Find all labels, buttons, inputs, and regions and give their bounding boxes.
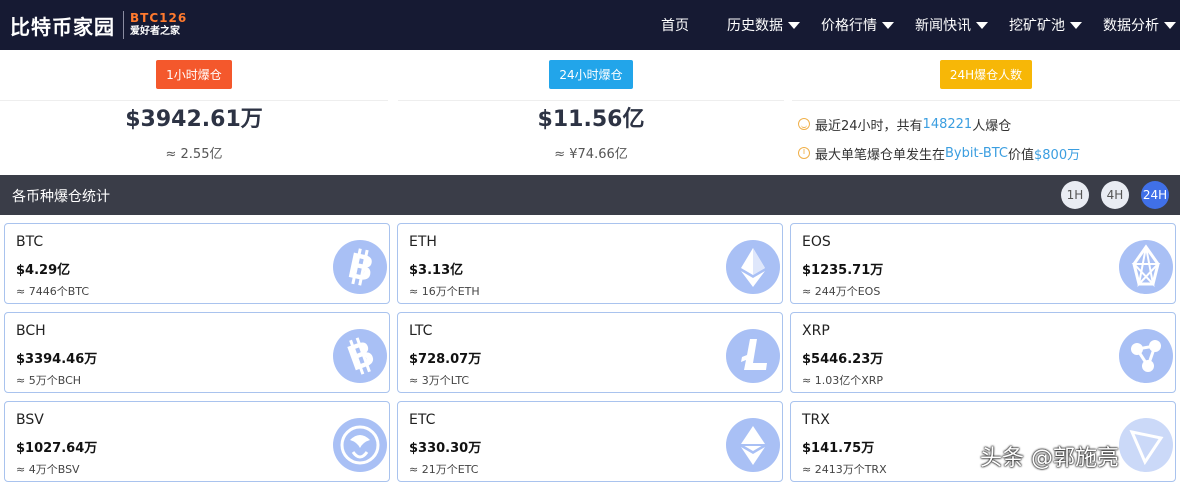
stat-badge: 24H爆仓人数 — [939, 60, 1033, 89]
tron-icon — [1119, 418, 1173, 472]
nav-item-home[interactable]: 首页 — [661, 15, 689, 35]
ethereum-icon — [726, 240, 780, 294]
nav-item-prices[interactable]: 价格行情 — [821, 15, 894, 35]
nav-label: 挖矿矿池 — [1009, 18, 1065, 34]
coin-card-ltc[interactable]: LTC $728.07万 ≈ 3万个LTC — [397, 312, 783, 393]
coin-symbol: BCH — [16, 323, 46, 339]
coin-quantity: ≈ 4万个BSV — [16, 463, 80, 476]
brand-code: BTC126 — [130, 11, 188, 25]
coin-symbol: XRP — [802, 323, 830, 339]
nav-item-analytics[interactable]: 数据分析 — [1103, 15, 1176, 35]
coin-symbol: BTC — [16, 234, 44, 250]
summary-text: 最大单笔爆仓单发生在 — [815, 147, 946, 163]
coin-symbol: ETC — [409, 412, 436, 428]
coin-amount: $141.75万 — [802, 441, 875, 456]
coin-quantity: ≈ 3万个LTC — [409, 374, 470, 387]
brand-divider — [123, 11, 124, 39]
coin-card-bsv[interactable]: BSV $1027.64万 ≈ 4万个BSV — [4, 401, 390, 482]
coin-amount: $3394.46万 — [16, 352, 98, 367]
coin-quantity: ≈ 244万个EOS — [802, 285, 881, 298]
largest-exchange-link[interactable]: Bybit-BTC — [945, 146, 1008, 161]
coin-card-btc[interactable]: BTC $4.29亿 ≈ 7446个BTC B — [4, 223, 390, 304]
coin-card-etc[interactable]: ETC $330.30万 ≈ 21万个ETC — [397, 401, 783, 482]
summary-text: 人爆仓 — [972, 118, 1012, 134]
stat-badge: 24小时爆仓 — [549, 60, 633, 89]
chevron-down-icon — [1164, 22, 1176, 29]
coin-amount: $5446.23万 — [802, 352, 884, 367]
ethereum-classic-icon — [726, 418, 780, 472]
coin-amount: $3.13亿 — [409, 263, 464, 278]
coin-quantity: ≈ 1.03亿个XRP — [802, 374, 884, 387]
main-nav: 首页 历史数据 价格行情 新闻快讯 挖矿矿池 数据分析 — [661, 0, 1180, 50]
coin-amount: $728.07万 — [409, 352, 482, 367]
nav-label: 数据分析 — [1103, 18, 1159, 34]
nav-label: 价格行情 — [821, 18, 877, 34]
site-logo[interactable]: 比特币家园 BTC126 爱好者之家 — [10, 8, 187, 42]
timeframe-24h-button[interactable]: 24H — [1141, 181, 1169, 209]
chevron-down-icon — [788, 22, 800, 29]
stat-sub: ≈ ¥74.66亿 — [554, 147, 628, 162]
chevron-down-icon — [1070, 22, 1082, 29]
timeframe-1h-button[interactable]: 1H — [1061, 181, 1089, 209]
stat-1h-liquidation: 1小时爆仓 $3942.61万 ≈ 2.55亿 — [0, 60, 388, 170]
coin-quantity: ≈ 21万个ETC — [409, 463, 479, 476]
liquidated-count: 148221 — [922, 116, 973, 132]
smile-icon — [798, 118, 810, 130]
divider — [792, 100, 1180, 101]
summary-line-largest: 最大单笔爆仓单发生在Bybit-BTC价值$800万 — [798, 145, 1081, 163]
section-title: 各币种爆仓统计 — [12, 189, 110, 205]
coin-symbol: ETH — [409, 234, 437, 250]
nav-label: 历史数据 — [727, 18, 783, 34]
stat-sub: ≈ 2.55亿 — [165, 147, 223, 162]
coin-symbol: BSV — [16, 412, 44, 428]
coin-quantity: ≈ 2413万个TRX — [802, 463, 887, 476]
coin-amount: $1027.64万 — [16, 441, 98, 456]
coin-quantity: ≈ 16万个ETH — [409, 285, 480, 298]
coin-amount: $4.29亿 — [16, 263, 71, 278]
nav-item-history[interactable]: 历史数据 — [727, 15, 800, 35]
stat-24h-liquidation: 24小时爆仓 $11.56亿 ≈ ¥74.66亿 — [398, 60, 784, 170]
coin-symbol: TRX — [802, 412, 830, 428]
bitcoin-icon: B — [333, 240, 387, 294]
stat-value: $3942.61万 — [125, 107, 263, 132]
coin-card-bch[interactable]: BCH $3394.46万 ≈ 5万个BCH B — [4, 312, 390, 393]
coin-amount: $1235.71万 — [802, 263, 884, 278]
eos-icon — [1119, 240, 1173, 294]
nav-label: 新闻快讯 — [915, 18, 971, 34]
coin-symbol: EOS — [802, 234, 831, 250]
divider — [0, 100, 388, 101]
info-icon — [798, 147, 810, 159]
summary-line-count: 最近24小时，共有 148221 人爆仓 — [798, 116, 1080, 134]
brand-slogan: 爱好者之家 — [130, 26, 180, 37]
top-navbar: 比特币家园 BTC126 爱好者之家 首页 历史数据 价格行情 新闻快讯 挖矿矿… — [0, 0, 1180, 50]
summary-text: 最近24小时，共有 — [815, 118, 923, 134]
summary-text: 价值 — [1008, 147, 1035, 163]
stat-badge: 1小时爆仓 — [156, 60, 232, 89]
watermark-text: 头条 @郭施亮 — [980, 446, 1119, 471]
ripple-icon — [1119, 329, 1173, 383]
litecoin-icon — [726, 329, 780, 383]
coin-quantity: ≈ 7446个BTC — [16, 285, 90, 298]
coin-quantity: ≈ 5万个BCH — [16, 374, 82, 387]
brand-name: 比特币家园 — [10, 14, 115, 39]
chevron-down-icon — [976, 22, 988, 29]
chevron-down-icon — [882, 22, 894, 29]
coin-liquidation-header: 各币种爆仓统计 1H 4H 24H — [0, 175, 1180, 215]
divider — [398, 100, 784, 101]
largest-value: $800万 — [1034, 147, 1081, 163]
coin-card-xrp[interactable]: XRP $5446.23万 ≈ 1.03亿个XRP — [790, 312, 1176, 393]
nav-label: 首页 — [661, 18, 689, 34]
brand-subtitle: BTC126 爱好者之家 — [130, 11, 187, 39]
nav-item-news[interactable]: 新闻快讯 — [915, 15, 988, 35]
coin-card-eos[interactable]: EOS $1235.71万 ≈ 244万个EOS — [790, 223, 1176, 304]
timeframe-4h-button[interactable]: 4H — [1101, 181, 1129, 209]
nav-item-mining[interactable]: 挖矿矿池 — [1009, 15, 1082, 35]
bitcoin-sv-icon — [333, 418, 387, 472]
bitcoin-cash-icon: B — [333, 329, 387, 383]
coin-amount: $330.30万 — [409, 441, 482, 456]
coin-symbol: LTC — [409, 323, 433, 339]
stat-value: $11.56亿 — [537, 107, 645, 132]
liquidation-summary: 最近24小时，共有148221人爆仓 最大单笔爆仓单发生在Bybit-BTC价值… — [798, 116, 1080, 174]
coin-card-eth[interactable]: ETH $3.13亿 ≈ 16万个ETH — [397, 223, 783, 304]
